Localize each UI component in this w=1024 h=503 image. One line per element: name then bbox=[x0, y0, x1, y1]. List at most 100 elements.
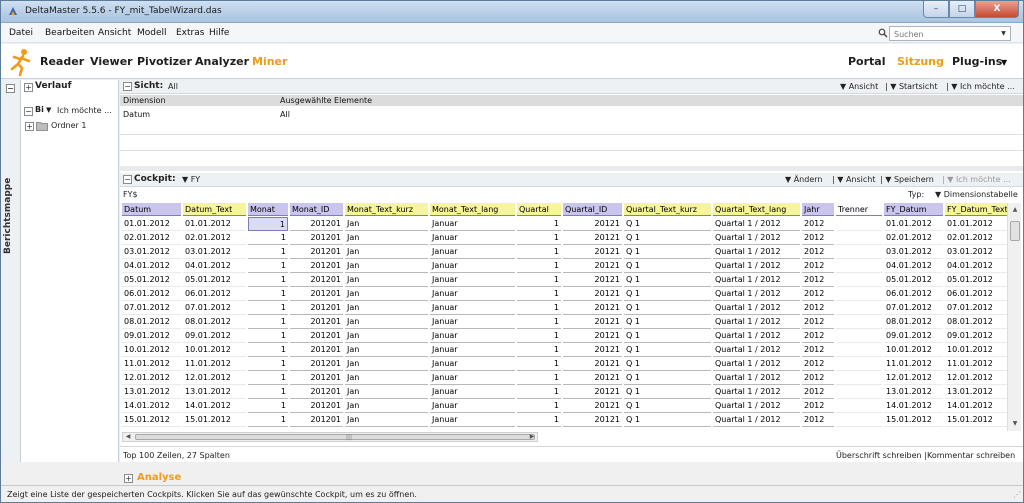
table-cell[interactable]: 2012 bbox=[802, 217, 834, 231]
table-cell[interactable]: 201201 bbox=[290, 217, 343, 231]
table-cell[interactable]: 12.01.2012 bbox=[884, 371, 943, 385]
column-header[interactable]: Quartal_Text_lang bbox=[713, 203, 800, 216]
table-cell[interactable]: 2012 bbox=[802, 245, 834, 259]
table-cell[interactable] bbox=[836, 231, 882, 245]
table-cell[interactable]: Q 1 bbox=[624, 343, 711, 357]
table-cell[interactable]: Januar bbox=[430, 231, 515, 245]
table-cell[interactable]: 13.01.2012 bbox=[884, 385, 943, 399]
table-cell[interactable] bbox=[836, 413, 882, 427]
tab-viewer[interactable]: Viewer bbox=[90, 55, 133, 68]
table-cell[interactable]: 02.01.2012 bbox=[122, 231, 181, 245]
table-cell[interactable]: 01.01.2012 bbox=[122, 217, 181, 231]
table-cell[interactable]: 1 bbox=[248, 301, 288, 315]
table-cell[interactable]: Quartal 1 / 2012 bbox=[713, 385, 800, 399]
table-cell[interactable]: 1 bbox=[517, 273, 561, 287]
table-cell[interactable]: 1 bbox=[248, 287, 288, 301]
table-cell[interactable]: 1 bbox=[248, 357, 288, 371]
table-cell[interactable]: 1 bbox=[248, 399, 288, 413]
minus-icon[interactable]: − bbox=[123, 175, 132, 184]
table-cell[interactable]: 201201 bbox=[290, 413, 343, 427]
column-header[interactable]: Quartal_Text_kurz bbox=[624, 203, 711, 216]
table-cell[interactable]: 05.01.2012 bbox=[945, 273, 1007, 287]
column-header[interactable]: Monat_ID bbox=[290, 203, 343, 216]
table-cell[interactable]: 1 bbox=[248, 371, 288, 385]
table-cell[interactable]: 20121 bbox=[563, 315, 622, 329]
column-header[interactable]: Quartal bbox=[517, 203, 561, 216]
table-cell[interactable]: 201201 bbox=[290, 315, 343, 329]
table-cell[interactable]: Q 1 bbox=[624, 357, 711, 371]
chevron-down-icon[interactable]: ▼ bbox=[1001, 58, 1007, 67]
table-cell[interactable]: 12.01.2012 bbox=[945, 371, 1007, 385]
scroll-left-icon[interactable]: ◀ bbox=[123, 433, 133, 441]
table-cell[interactable]: 13.01.2012 bbox=[183, 385, 246, 399]
table-cell[interactable]: Q 1 bbox=[624, 385, 711, 399]
table-cell[interactable]: 14.01.2012 bbox=[183, 399, 246, 413]
table-cell[interactable]: Januar bbox=[430, 357, 515, 371]
cockpit-selector[interactable]: ▼ FY bbox=[182, 175, 200, 184]
column-header[interactable]: FY_Datum_Text bbox=[945, 203, 1007, 216]
table-cell[interactable]: Januar bbox=[430, 217, 515, 231]
table-cell[interactable]: Quartal 1 / 2012 bbox=[713, 413, 800, 427]
kommentar-schreiben-link[interactable]: Kommentar schreiben bbox=[927, 451, 1015, 460]
chevron-down-icon[interactable]: ▼ bbox=[46, 106, 51, 114]
table-cell[interactable]: 20121 bbox=[563, 231, 622, 245]
table-cell[interactable]: 09.01.2012 bbox=[122, 329, 181, 343]
table-cell[interactable]: 20121 bbox=[563, 343, 622, 357]
table-cell[interactable]: Quartal 1 / 2012 bbox=[713, 301, 800, 315]
table-cell[interactable]: 1 bbox=[517, 217, 561, 231]
table-cell[interactable]: Jan bbox=[345, 371, 428, 385]
table-cell[interactable]: Q 1 bbox=[624, 245, 711, 259]
table-cell[interactable]: 1 bbox=[248, 315, 288, 329]
table-cell[interactable]: 1 bbox=[517, 343, 561, 357]
berichtsmappe-strip[interactable]: − Berichtsmappe bbox=[1, 80, 21, 462]
cockpit-speichern-button[interactable]: | ▼ Speichern bbox=[880, 175, 934, 184]
table-cell[interactable]: 2012 bbox=[802, 259, 834, 273]
table-cell[interactable]: 08.01.2012 bbox=[945, 315, 1007, 329]
table-cell[interactable] bbox=[836, 329, 882, 343]
table-cell[interactable]: 1 bbox=[517, 245, 561, 259]
table-cell[interactable]: 201201 bbox=[290, 399, 343, 413]
table-cell[interactable]: 14.01.2012 bbox=[945, 399, 1007, 413]
ueberschrift-schreiben-link[interactable]: Überschrift schreiben | bbox=[836, 451, 927, 460]
table-cell[interactable] bbox=[836, 245, 882, 259]
table-cell[interactable] bbox=[836, 217, 882, 231]
table-cell[interactable]: Jan bbox=[345, 329, 428, 343]
table-cell[interactable]: 201201 bbox=[290, 329, 343, 343]
scroll-up-icon[interactable]: ▲ bbox=[1010, 205, 1020, 215]
tab-sitzung[interactable]: Sitzung bbox=[897, 55, 944, 68]
column-header[interactable]: Jahr bbox=[802, 203, 834, 216]
table-cell[interactable]: 2012 bbox=[802, 413, 834, 427]
table-cell[interactable]: 02.01.2012 bbox=[945, 231, 1007, 245]
sicht-row-selection[interactable]: All bbox=[280, 110, 290, 119]
table-cell[interactable] bbox=[836, 273, 882, 287]
table-cell[interactable]: 14.01.2012 bbox=[884, 399, 943, 413]
table-cell[interactable]: 14.01.2012 bbox=[122, 399, 181, 413]
table-cell[interactable]: Jan bbox=[345, 301, 428, 315]
table-cell[interactable]: 05.01.2012 bbox=[122, 273, 181, 287]
table-cell[interactable]: 02.01.2012 bbox=[183, 231, 246, 245]
table-cell[interactable]: 1 bbox=[248, 217, 288, 231]
table-cell[interactable]: 2012 bbox=[802, 301, 834, 315]
table-cell[interactable]: 1 bbox=[517, 329, 561, 343]
table-cell[interactable]: 1 bbox=[517, 231, 561, 245]
table-cell[interactable] bbox=[836, 301, 882, 315]
chevron-down-icon[interactable]: ▼ bbox=[998, 28, 1009, 39]
table-cell[interactable]: Jan bbox=[345, 259, 428, 273]
table-cell[interactable]: 03.01.2012 bbox=[945, 245, 1007, 259]
table-cell[interactable]: 03.01.2012 bbox=[183, 245, 246, 259]
table-cell[interactable]: 201201 bbox=[290, 385, 343, 399]
table-cell[interactable]: 07.01.2012 bbox=[945, 301, 1007, 315]
table-cell[interactable]: 01.01.2012 bbox=[183, 217, 246, 231]
table-cell[interactable]: Q 1 bbox=[624, 301, 711, 315]
table-cell[interactable]: Quartal 1 / 2012 bbox=[713, 259, 800, 273]
table-cell[interactable]: Q 1 bbox=[624, 371, 711, 385]
column-header[interactable]: Quartal_ID bbox=[563, 203, 622, 216]
table-cell[interactable]: 15.01.2012 bbox=[884, 413, 943, 427]
table-cell[interactable]: 10.01.2012 bbox=[183, 343, 246, 357]
table-cell[interactable]: Q 1 bbox=[624, 259, 711, 273]
table-cell[interactable]: 20121 bbox=[563, 357, 622, 371]
sicht-row-dimension[interactable]: Datum bbox=[123, 110, 150, 119]
table-cell[interactable] bbox=[836, 315, 882, 329]
table-cell[interactable]: 20121 bbox=[563, 287, 622, 301]
table-cell[interactable]: 04.01.2012 bbox=[884, 259, 943, 273]
